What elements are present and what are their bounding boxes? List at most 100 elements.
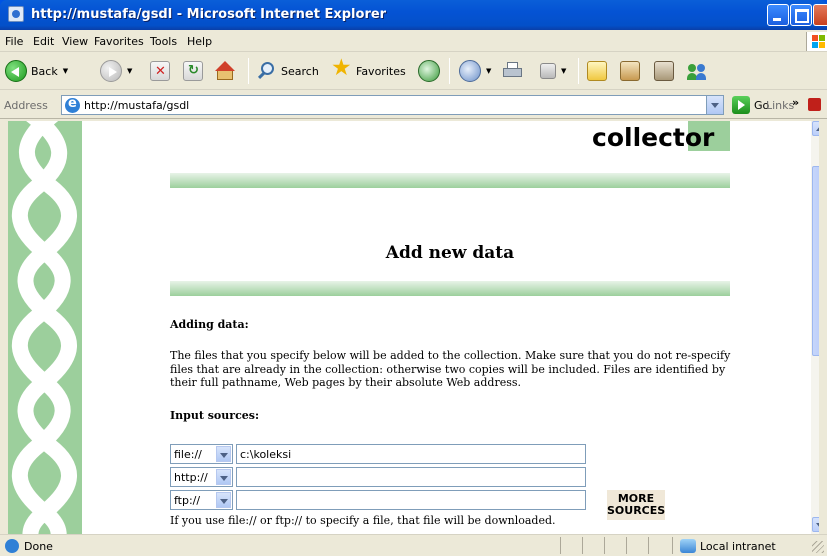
page-icon — [65, 96, 80, 113]
chevron-down-icon[interactable] — [216, 469, 231, 485]
go-arrow-icon[interactable] — [732, 96, 750, 114]
home-button[interactable] — [215, 57, 235, 85]
refresh-icon: ↻ — [183, 61, 203, 81]
status-divider — [582, 537, 583, 554]
toolbar-separator — [248, 58, 249, 84]
windows-logo-icon — [806, 32, 827, 51]
status-divider — [648, 537, 649, 554]
source-path-input[interactable] — [236, 467, 586, 487]
status-text: Done — [24, 540, 53, 553]
back-label: Back — [31, 64, 58, 78]
address-bar: Address http://mustafa/gsdl Go Links » — [0, 91, 827, 119]
chevron-down-icon[interactable] — [216, 446, 231, 462]
more-sources-line2: SOURCES — [607, 504, 666, 517]
home-icon — [215, 61, 235, 81]
download-note: If you use file:// or ftp:// to specify … — [170, 514, 556, 527]
users-button[interactable] — [687, 57, 707, 85]
ie-window-icon[interactable] — [8, 6, 24, 22]
messenger-button[interactable] — [654, 57, 674, 85]
menu-favorites[interactable]: Favorites — [94, 35, 144, 48]
protocol-value: file:// — [174, 448, 202, 461]
research-button[interactable] — [620, 57, 640, 85]
status-divider — [672, 537, 673, 554]
links-label[interactable]: Links — [766, 99, 794, 112]
edit-icon — [540, 63, 556, 79]
standard-toolbar: Back ▼ ▼ ✕ ↻ Search ★ Favorites ▼ ▼ — [0, 52, 827, 90]
protocol-select[interactable]: file:// — [170, 444, 233, 464]
protocol-select[interactable]: ftp:// — [170, 490, 233, 510]
folder-icon — [587, 61, 607, 81]
search-button[interactable]: Search — [257, 57, 319, 85]
pdf-icon[interactable] — [808, 98, 821, 111]
page-done-icon — [5, 539, 19, 553]
mail-icon — [459, 60, 481, 82]
messenger-icon — [654, 61, 674, 81]
scroll-up-button[interactable] — [812, 121, 819, 136]
source-path-input[interactable]: c:\koleksi — [236, 444, 586, 464]
browser-frame: File Edit View Favorites Tools Help Back… — [0, 30, 827, 556]
address-dropdown-button[interactable] — [706, 96, 723, 114]
menu-file[interactable]: File — [5, 35, 23, 48]
menu-view[interactable]: View — [62, 35, 88, 48]
favorites-star-icon: ★ — [331, 55, 352, 81]
forward-button[interactable]: ▼ — [100, 57, 132, 85]
back-button[interactable]: Back ▼ — [5, 57, 68, 85]
menu-help[interactable]: Help — [187, 35, 212, 48]
research-icon — [620, 61, 640, 81]
stop-button[interactable]: ✕ — [150, 57, 170, 85]
status-divider — [604, 537, 605, 554]
print-button[interactable] — [502, 57, 522, 85]
menu-bar: File Edit View Favorites Tools Help — [0, 30, 827, 52]
address-url[interactable]: http://mustafa/gsdl — [84, 99, 189, 112]
chevron-down-icon[interactable] — [216, 492, 231, 508]
vertical-scrollbar[interactable] — [811, 121, 819, 534]
edit-button[interactable]: ▼ — [540, 57, 566, 85]
page-header-collector: collector — [592, 123, 715, 152]
local-intranet-icon — [680, 539, 696, 553]
decorative-sidebar — [8, 121, 82, 534]
favorites-label: Favorites — [356, 64, 406, 78]
adding-data-heading: Adding data: — [170, 318, 249, 331]
chevron-down-icon[interactable]: ▼ — [561, 67, 566, 75]
rope-decoration — [11, 121, 77, 534]
mail-button[interactable]: ▼ — [459, 57, 491, 85]
refresh-button[interactable]: ↻ — [183, 57, 203, 85]
menu-edit[interactable]: Edit — [33, 35, 54, 48]
status-divider — [626, 537, 627, 554]
window-title: http://mustafa/gsdl - Microsoft Internet… — [31, 7, 387, 22]
close-button[interactable] — [813, 4, 827, 26]
minimize-button[interactable] — [767, 4, 789, 26]
chevron-down-icon[interactable]: ▼ — [127, 67, 132, 75]
forward-arrow-icon — [100, 60, 122, 82]
status-divider — [560, 537, 561, 554]
security-zone: Local intranet — [700, 540, 776, 553]
page-viewport: collector Add new data Adding data: The … — [8, 121, 819, 534]
adding-data-description: The files that you specify below will be… — [170, 349, 731, 389]
favorites-button[interactable]: ★ Favorites — [331, 55, 406, 85]
menu-tools[interactable]: Tools — [150, 35, 177, 48]
address-input[interactable]: http://mustafa/gsdl — [61, 95, 724, 115]
stop-icon: ✕ — [150, 61, 170, 81]
history-button[interactable] — [418, 57, 440, 85]
search-label: Search — [281, 64, 319, 78]
chevron-down-icon[interactable]: ▼ — [486, 67, 491, 75]
scroll-down-button[interactable] — [812, 517, 819, 532]
title-band-bottom — [170, 281, 730, 296]
back-arrow-icon — [5, 60, 27, 82]
more-sources-button[interactable]: MORE SOURCES — [607, 490, 665, 520]
chevron-down-icon[interactable]: ▼ — [63, 67, 68, 75]
toolbar-separator — [578, 58, 579, 84]
title-bar[interactable]: http://mustafa/gsdl - Microsoft Internet… — [0, 0, 827, 30]
status-bar: Done Local intranet — [0, 534, 827, 556]
protocol-value: http:// — [174, 471, 208, 484]
users-icon — [687, 61, 707, 81]
address-label: Address — [4, 99, 48, 112]
source-path-input[interactable] — [236, 490, 586, 510]
protocol-select[interactable]: http:// — [170, 467, 233, 487]
links-chevron-icon[interactable]: » — [792, 96, 799, 109]
resize-grip[interactable] — [812, 541, 824, 553]
discuss-button[interactable] — [587, 57, 607, 85]
maximize-button[interactable] — [790, 4, 812, 26]
search-icon — [257, 61, 277, 81]
scroll-thumb[interactable] — [812, 166, 819, 356]
